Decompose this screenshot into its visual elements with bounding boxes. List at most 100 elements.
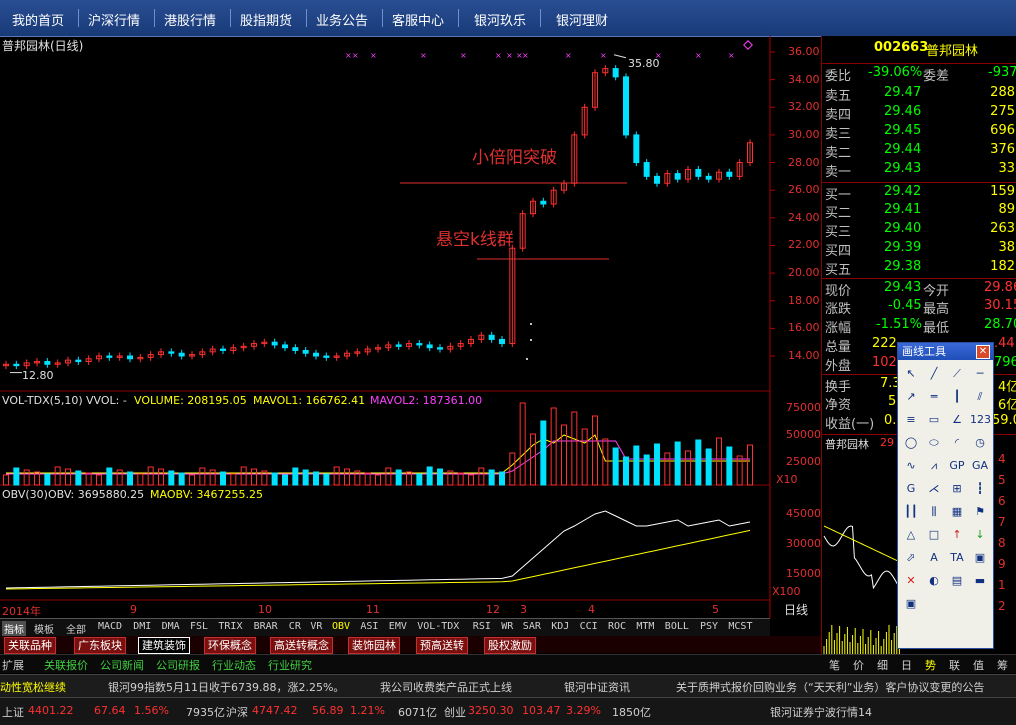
indicator-tab-mcst[interactable]: MCST <box>728 621 752 632</box>
indicator-tab-emv[interactable]: EMV <box>389 621 407 632</box>
box-icon[interactable]: ▣ <box>970 549 990 567</box>
arrow-line-icon[interactable]: ↗ <box>901 388 921 406</box>
indicator-tab-kdj[interactable]: KDJ <box>551 621 569 632</box>
info-tab[interactable]: 行业研究 <box>268 657 312 673</box>
quote-view-tab[interactable]: 价 <box>853 657 864 673</box>
grid-icon[interactable]: ▦ <box>947 503 967 521</box>
indicator-tab-sar[interactable]: SAR <box>523 621 541 632</box>
kline-chart[interactable]: × × × × × × × × × × × × × × <box>0 36 821 618</box>
drawing-tool-window[interactable]: 画线工具 ✕ ↖ ╱ ⟋ ─ ↗ ═ ┃ ⫽ ≡ ▭ ∠ 123 ◯ ⬭ ◜ ◷ ∿ ⩘ GP GA G ⋌ ⊞ ┇ ┃┃ ⫼ ▦ ⚑… <box>897 342 994 649</box>
down-arrow-icon[interactable]: ↓ <box>970 526 990 544</box>
letter-a-icon[interactable]: A <box>924 549 944 567</box>
delete-icon[interactable]: ✕ <box>901 572 921 590</box>
info-tab[interactable]: 行业动态 <box>212 657 256 673</box>
indicator-tab-全部[interactable]: 全部 <box>66 621 86 636</box>
hide-icon[interactable]: ◐ <box>924 572 944 590</box>
trend-icon[interactable]: ⬀ <box>901 549 921 567</box>
ruler-icon[interactable]: ▬ <box>970 572 990 590</box>
sector-tab[interactable]: 关联品种 <box>4 637 56 654</box>
sector-tab[interactable]: 高送转概念 <box>270 637 333 654</box>
indicator-tab-boll[interactable]: BOLL <box>665 621 689 632</box>
clock-icon[interactable]: ◷ <box>970 434 990 452</box>
indicator-tab-trix[interactable]: TRIX <box>218 621 242 632</box>
gann-icon[interactable]: ⊞ <box>947 480 967 498</box>
g-icon[interactable]: G <box>901 480 921 498</box>
drawing-tool-titlebar[interactable]: 画线工具 ✕ <box>898 343 993 360</box>
gp-icon[interactable]: GP <box>947 457 967 475</box>
panel-icon[interactable]: ▣ <box>901 595 921 613</box>
wave-icon[interactable]: ∿ <box>901 457 921 475</box>
text-icon[interactable]: 123 <box>970 411 991 429</box>
quote-view-tab[interactable]: 值 <box>973 657 984 673</box>
indicator-tab-rsi[interactable]: RSI <box>473 621 491 632</box>
line-icon[interactable]: ╱ <box>924 365 944 383</box>
circle-icon[interactable]: ◯ <box>901 434 921 452</box>
vline-icon[interactable]: ┃ <box>947 388 967 406</box>
hline-icon[interactable]: ═ <box>924 388 944 406</box>
indicator-tab-mtm[interactable]: MTM <box>636 621 654 632</box>
menu-home[interactable]: 我的首页 <box>12 10 64 29</box>
indicator-tab-macd[interactable]: MACD <box>98 621 122 632</box>
info-tab[interactable]: 公司研报 <box>156 657 200 673</box>
arc-icon[interactable]: ◜ <box>947 434 967 452</box>
news-item[interactable]: 关于质押式报价回购业务（“天天利”业务）客户协议变更的公告 <box>676 679 984 695</box>
indicator-tab-psy[interactable]: PSY <box>700 621 718 632</box>
text-a-icon[interactable]: TA <box>947 549 967 567</box>
news-item[interactable]: 动性宽松继续 <box>0 679 66 695</box>
ray-icon[interactable]: ⟋ <box>947 365 967 383</box>
quote-view-tab[interactable]: 势 <box>925 657 936 673</box>
sector-tab[interactable]: 装饰园林 <box>348 637 400 654</box>
zigzag-icon[interactable]: ⩘ <box>924 457 944 475</box>
fan-icon[interactable]: ⋌ <box>924 480 944 498</box>
close-icon[interactable]: ✕ <box>976 345 990 359</box>
angle-icon[interactable]: ∠ <box>947 411 967 429</box>
cursor-icon[interactable]: ↖ <box>901 365 921 383</box>
indicator-tab-brar[interactable]: BRAR <box>254 621 278 632</box>
menu-futures[interactable]: 股指期货 <box>240 10 292 29</box>
sector-tab[interactable]: 广东板块 <box>74 637 126 654</box>
indicator-tab-dmi[interactable]: DMI <box>133 621 151 632</box>
indicator-tab-cci[interactable]: CCI <box>580 621 598 632</box>
menu-hk[interactable]: 港股行情 <box>164 10 216 29</box>
menu-service[interactable]: 客服中心 <box>392 10 444 29</box>
sector-tab[interactable]: 股权激励 <box>484 637 536 654</box>
indicator-tab-wr[interactable]: WR <box>501 621 513 632</box>
quote-view-tab[interactable]: 笔 <box>829 657 840 673</box>
segment-icon[interactable]: ─ <box>970 365 990 383</box>
menu-fun[interactable]: 银河玖乐 <box>474 10 526 29</box>
indicator-tab-cr[interactable]: CR <box>289 621 301 632</box>
menu-finance[interactable]: 银河理财 <box>556 10 608 29</box>
square-icon[interactable]: □ <box>924 526 944 544</box>
menu-announce[interactable]: 业务公告 <box>316 10 368 29</box>
up-arrow-icon[interactable]: ↑ <box>947 526 967 544</box>
info-tab[interactable]: 扩展 <box>2 657 24 673</box>
triangle-icon[interactable]: △ <box>901 526 921 544</box>
indicator-tab-vol-tdx[interactable]: VOL-TDX <box>417 621 459 632</box>
channel-icon[interactable]: ⫽ <box>970 388 990 406</box>
ga-icon[interactable]: GA <box>970 457 990 475</box>
indicator-tab-fsl[interactable]: FSL <box>190 621 208 632</box>
indicator-tab-vr[interactable]: VR <box>310 621 322 632</box>
doc-icon[interactable]: ▤ <box>947 572 967 590</box>
sector-tab[interactable]: 预高送转 <box>416 637 468 654</box>
indicator-tab-dma[interactable]: DMA <box>162 621 180 632</box>
rect-icon[interactable]: ▭ <box>924 411 944 429</box>
ellipse-icon[interactable]: ⬭ <box>924 434 944 452</box>
sector-tab[interactable]: 建筑装饰 <box>138 637 190 654</box>
period-icon[interactable]: ┇ <box>970 480 990 498</box>
sector-tab[interactable]: 环保概念 <box>204 637 256 654</box>
indicator-tab-指标[interactable]: 指标 <box>2 621 26 636</box>
news-item[interactable]: 银河99指数5月11日收于6739.88，涨2.25%。 <box>108 679 344 695</box>
quote-view-tab[interactable]: 筹 <box>997 657 1008 673</box>
comb-icon[interactable]: ⫼ <box>924 503 944 521</box>
info-tab[interactable]: 关联报价 <box>44 657 88 673</box>
menu-hushen[interactable]: 沪深行情 <box>88 10 140 29</box>
indicator-tab-asi[interactable]: ASI <box>360 621 378 632</box>
news-item[interactable]: 我公司收费类产品正式上线 <box>380 679 512 695</box>
fib-icon[interactable]: ≡ <box>901 411 921 429</box>
quote-view-tab[interactable]: 细 <box>877 657 888 673</box>
news-item[interactable]: 银河中证资讯 <box>564 679 630 695</box>
quote-view-tab[interactable]: 日 <box>901 657 912 673</box>
flag-icon[interactable]: ⚑ <box>970 503 990 521</box>
bars-icon[interactable]: ┃┃ <box>901 503 921 521</box>
